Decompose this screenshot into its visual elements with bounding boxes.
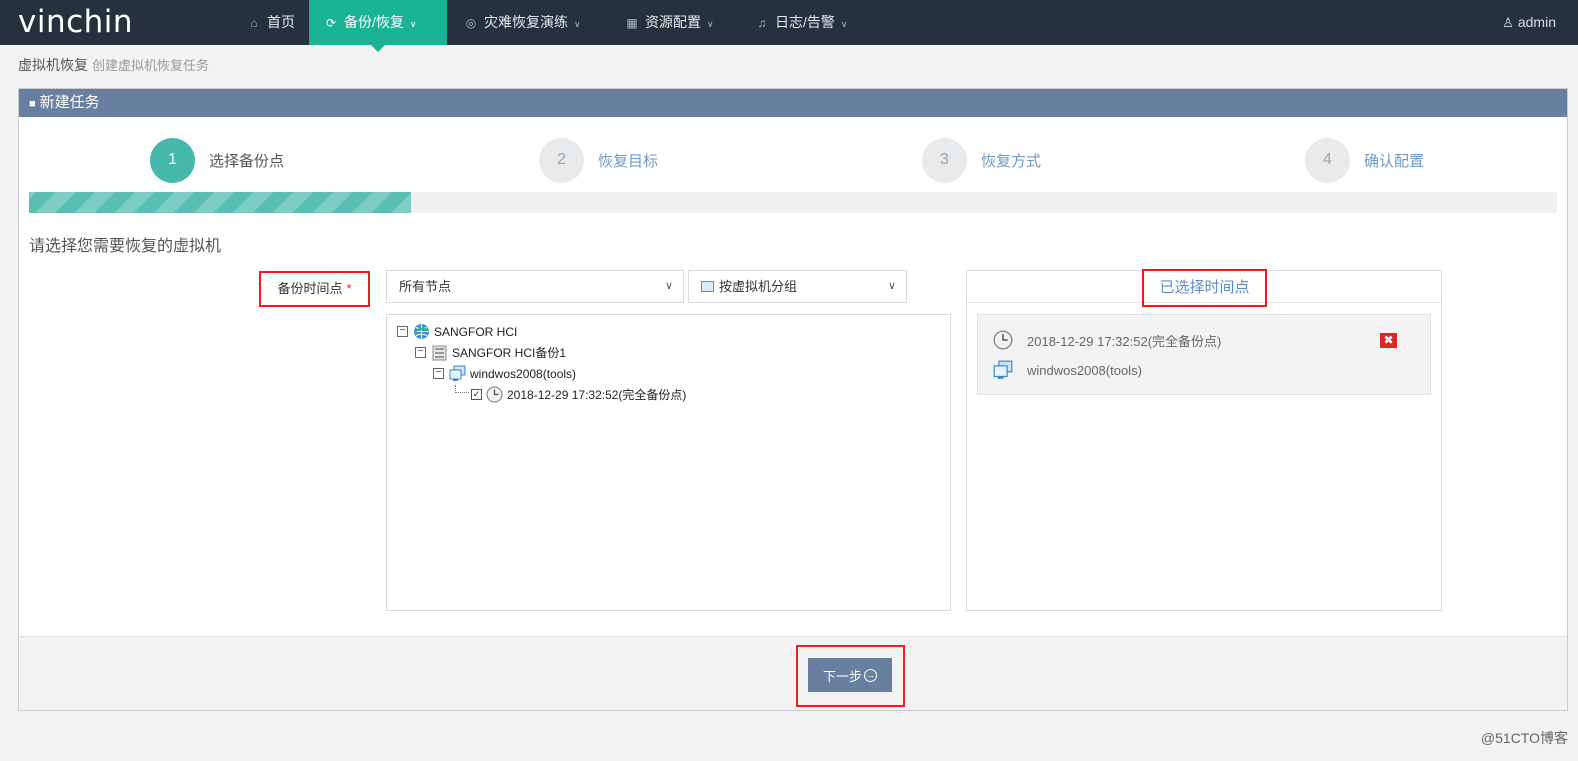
nav-resources[interactable]: ▦ 资源配置 ∨	[625, 0, 714, 45]
wizard-footer: 下一步 →	[19, 636, 1567, 710]
close-icon: ✖	[1383, 333, 1394, 347]
collapse-toggle[interactable]: −	[415, 347, 426, 358]
collapse-toggle[interactable]: −	[433, 368, 444, 379]
step-number: 3	[922, 137, 967, 183]
home-icon: ⌂	[250, 16, 258, 30]
nav-backup-restore[interactable]: ⟳ 备份/恢复 ∨	[309, 0, 447, 52]
globe-icon	[414, 324, 429, 339]
delete-selection-button[interactable]: ✖	[1380, 333, 1397, 348]
chevron-down-icon: ∨	[887, 280, 896, 292]
checkbox-checked[interactable]: ✓	[471, 389, 482, 400]
step-number: 2	[539, 137, 584, 183]
arrow-right-circle-icon: →	[864, 668, 877, 682]
step-number: 1	[150, 137, 195, 183]
tree-node-vm[interactable]: − windwos2008(tools)	[397, 363, 950, 384]
step-3[interactable]: 3 恢复方式	[922, 137, 1041, 183]
selected-time: 2018-12-29 17:32:52(完全备份点)	[1027, 333, 1222, 349]
page-subtitle: 创建虚拟机恢复任务	[92, 58, 210, 73]
selected-vm: windwos2008(tools)	[1027, 362, 1142, 378]
vinchin-logo[interactable]: vinchin	[18, 4, 133, 40]
step-label: 确认配置	[1364, 152, 1425, 170]
new-task-panel: ■ 新建任务 1 选择备份点 2 恢复目标 3 恢复方式 4 确认配置 请选择您需…	[18, 88, 1568, 711]
vm-icon	[449, 365, 466, 381]
collapse-toggle[interactable]: −	[397, 326, 408, 337]
step-label: 恢复方式	[981, 152, 1042, 170]
panel-header: ■ 新建任务	[19, 89, 1567, 117]
storage-icon	[432, 345, 447, 361]
backup-point-label: 备份时间点 *	[259, 271, 370, 307]
chevron-down-icon: ∨	[707, 19, 714, 29]
gift-icon: ■	[29, 98, 36, 110]
step-label: 恢复目标	[598, 152, 659, 170]
step-4[interactable]: 4 确认配置	[1305, 137, 1424, 183]
vm-group-icon	[701, 281, 714, 292]
watermark: @51CTO博客	[1480, 730, 1568, 746]
nav-dr-drill[interactable]: ◎ 灾难恢复演练 ∨	[464, 0, 581, 45]
nav-logs-alerts[interactable]: ♫ 日志/告警 ∨	[755, 0, 848, 45]
node-select[interactable]: 所有节点 ∨	[386, 270, 684, 303]
selected-points-panel: 已选择时间点 2018-12-29 17:32:52(完全备份点) windwo…	[966, 269, 1442, 611]
chevron-down-icon: ∨	[840, 19, 848, 29]
user-menu[interactable]: ♙ admin	[1502, 0, 1556, 45]
step-number: 4	[1305, 137, 1350, 183]
drill-icon: ◎	[465, 16, 477, 30]
selected-points-title: 已选择时间点	[1142, 269, 1267, 307]
bell-icon: ♫	[757, 16, 767, 30]
step-1[interactable]: 1 选择备份点	[150, 137, 284, 183]
nav-home[interactable]: ⌂ 首页	[247, 0, 295, 45]
backup-tree: − SANGFOR HCI − SANGFOR HCI备份1 − windwos…	[386, 314, 951, 611]
wizard-progress-bar	[29, 192, 1557, 213]
clock-icon	[993, 330, 1013, 350]
user-icon: ♙	[1502, 15, 1514, 30]
breadcrumb: 虚拟机恢复 创建虚拟机恢复任务	[18, 55, 209, 75]
step-2[interactable]: 2 恢复目标	[539, 137, 658, 183]
progress-fill	[29, 192, 411, 213]
chevron-down-icon: ∨	[409, 19, 417, 29]
chevron-down-icon: ∨	[664, 280, 673, 292]
instruction-text: 请选择您需要恢复的虚拟机	[29, 238, 222, 255]
top-navbar: vinchin ⌂ 首页 ⟳ 备份/恢复 ∨ ◎ 灾难恢复演练 ∨ ▦ 资源配置 ∨ ♫ 日志/…	[0, 0, 1578, 52]
group-select[interactable]: 按虚拟机分组 ∨	[688, 270, 907, 303]
grid-icon: ▦	[626, 16, 638, 30]
step-label: 选择备份点	[209, 152, 285, 170]
page-title: 虚拟机恢复	[18, 57, 88, 73]
chevron-down-icon: ∨	[574, 19, 581, 29]
next-step-button[interactable]: 下一步 →	[808, 658, 892, 692]
tree-node-storage[interactable]: − SANGFOR HCI备份1	[397, 342, 950, 363]
next-button-highlight: 下一步 →	[796, 645, 905, 707]
tree-node-root[interactable]: − SANGFOR HCI	[397, 321, 950, 342]
vm-icon	[993, 360, 1013, 379]
clock-icon	[486, 386, 503, 403]
tree-node-backup-point[interactable]: ✓ 2018-12-29 17:32:52(完全备份点)	[397, 384, 950, 405]
selected-point-item: 2018-12-29 17:32:52(完全备份点) windwos2008(t…	[977, 314, 1431, 395]
sync-icon: ⟳	[325, 16, 337, 30]
